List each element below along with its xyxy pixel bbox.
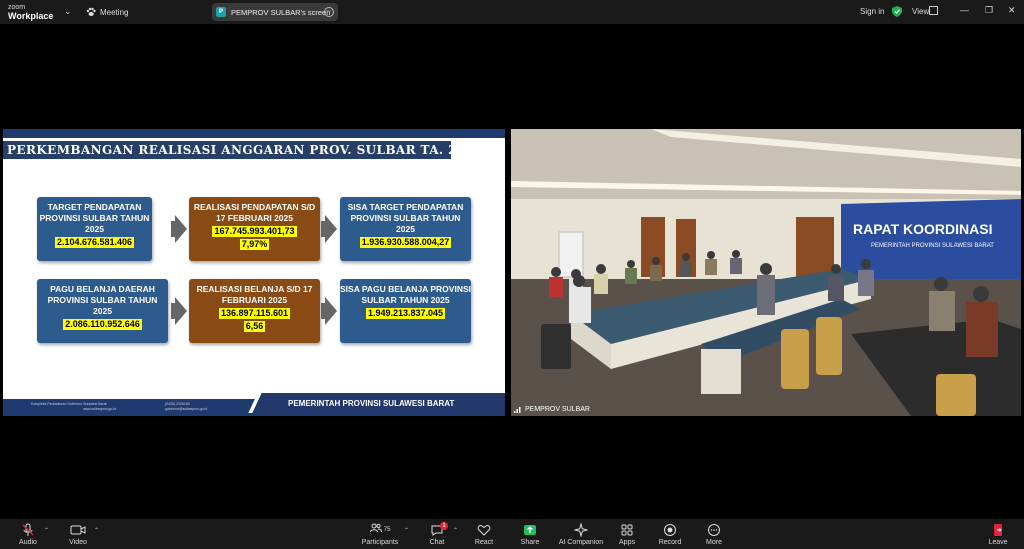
screen-share-pill[interactable]: P PEMPROV SULBAR's screen ··· [212,3,338,21]
top-bar: zoom Workplace ⌄ Meeting P PEMPROV SULBA… [0,0,1024,24]
audio-options-caret[interactable]: ⌃ [44,527,49,534]
box-value: 136.897.115.601 [218,308,291,319]
leave-icon [994,524,1002,536]
box-value: 1.936.930.588.004,27 [359,237,452,248]
more-label: More [706,539,722,546]
react-label: React [474,539,494,546]
footer-banner-text: PEMERINTAH PROVINSI SULAWESI BARAT [288,399,455,408]
participant-initial-icon: P [216,7,226,17]
footer-address: Kompleks Perkantoran Gubernur Sulawesi B… [31,402,107,406]
participants-count: 75 [383,527,391,533]
slide-title: PERKEMBANGAN REALISASI ANGGARAN PROV. SU… [7,143,484,157]
heart-icon [477,525,491,536]
sparkle-icon [574,523,588,537]
arrow-right-icon [325,215,337,243]
share-label: Share [520,539,540,546]
footer-website: www.sulbarprov.go.id [83,407,117,411]
sisa-target-pendapatan-box: SISA TARGET PENDAPATAN PROVINSI SULBAR T… [340,197,471,261]
participants-icon [369,523,382,533]
box-label: TARGET PENDAPATAN PROVINSI SULBAR TAHUN … [39,202,150,234]
footer-phone: (0426) 2325169 [165,402,190,406]
more-button[interactable]: More [702,523,726,546]
arrow-right-icon [175,215,187,243]
more-options-icon[interactable]: ··· [324,7,334,17]
record-icon [664,524,676,536]
box-label: PAGU BELANJA DAERAH PROVINSI SULBAR TAHU… [47,284,158,316]
restore-icon[interactable]: ❐ [985,5,993,16]
view-layout-icon[interactable] [929,6,938,15]
app-logo: zoom Workplace [8,3,53,21]
ai-companion-label: AI Companion [558,539,604,546]
realisasi-pendapatan-box: REALISASI PENDAPATAN S/D 17 FEBRUARI 202… [189,197,320,261]
signal-icon [514,407,521,413]
record-button[interactable]: Record [657,523,683,546]
camera-icon [70,525,86,535]
ai-companion-button[interactable]: AI Companion [558,523,604,546]
video-label: Video [69,539,87,546]
apps-icon [621,524,633,536]
meeting-toolbar: Audio ⌃ Video ⌃ 75 Participants ⌃ Chat 1… [0,519,1024,549]
chevron-down-icon[interactable]: ⌄ [64,6,72,17]
realisasi-belanja-box: REALISASI BELANJA S/D 17 FEBRUARI 2025 1… [189,279,320,343]
minimize-icon[interactable]: — [960,5,969,15]
slide-footer: Kompleks Perkantoran Gubernur Sulawesi B… [3,391,505,416]
share-button[interactable]: Share [518,523,542,546]
box-percent: 6,56 [243,321,266,332]
box-label: SISA TARGET PENDAPATAN PROVINSI SULBAR T… [347,202,464,234]
sign-in-button[interactable]: Sign in [860,7,884,16]
paw-icon [86,7,96,16]
box-percent: 7,97% [239,239,270,250]
more-dots-icon [708,524,720,536]
chat-label: Chat [429,539,445,546]
slide-top-bar [3,129,505,138]
video-options-caret[interactable]: ⌃ [94,527,99,534]
banner-title: RAPAT KOORDINASI [853,221,992,237]
shared-screen: PERKEMBANGAN REALISASI ANGGARAN PROV. SU… [3,129,505,416]
chat-unread-badge: 1 [440,522,448,530]
participants-icon-row: 75 [360,523,400,537]
leave-button[interactable]: Leave [986,523,1010,546]
react-button[interactable]: React [472,523,496,546]
audio-button[interactable]: Audio [16,523,40,546]
meeting-room-scene: RAPAT KOORDINASI PEMERINTAH PROVINSI SUL… [511,129,1021,416]
apps-button[interactable]: Apps [615,523,639,546]
box-value: 2.086.110.952.646 [63,319,142,330]
participant-name: PEMPROV SULBAR [525,406,590,413]
box-value: 1.949.213.837.045 [365,308,446,319]
participants-label: Participants [361,539,399,546]
box-label: REALISASI PENDAPATAN S/D 17 FEBRUARI 202… [193,202,316,223]
participant-name-label: PEMPROV SULBAR [514,406,590,413]
box-value: 2.104.676.581.406 [54,237,135,248]
banner-subtitle: PEMERINTAH PROVINSI SULAWESI BARAT [871,243,994,249]
video-button[interactable]: Video [66,523,90,546]
sisa-pagu-belanja-box: SISA PAGU BELANJA PROVINSI SULBAR TAHUN … [340,279,471,343]
target-pendapatan-box: TARGET PENDAPATAN PROVINSI SULBAR TAHUN … [37,197,152,261]
apps-label: Apps [619,539,635,546]
footer-email: gubernur@sulbarprov.go.id [165,407,208,411]
arrow-right-icon [175,297,187,325]
box-value: 167.745.993.401,73 [212,226,297,237]
security-shield-icon[interactable] [892,6,902,17]
arrow-right-icon [325,297,337,325]
share-screen-icon [524,525,536,535]
screen-share-label: PEMPROV SULBAR's screen [231,7,331,17]
audio-label: Audio [19,539,37,546]
participants-options-caret[interactable]: ⌃ [404,527,409,534]
meeting-menu[interactable]: Meeting [86,7,128,17]
meeting-label: Meeting [100,7,129,17]
participants-button[interactable]: 75 Participants [360,523,400,546]
close-icon[interactable]: ✕ [1008,5,1016,16]
chat-options-caret[interactable]: ⌃ [453,527,458,534]
box-label: SISA PAGU BELANJA PROVINSI SULBAR TAHUN … [340,284,471,305]
record-label: Record [658,539,682,546]
box-label: REALISASI BELANJA S/D 17 FEBRUARI 2025 [196,284,313,305]
leave-label: Leave [988,539,1008,546]
pagu-belanja-box: PAGU BELANJA DAERAH PROVINSI SULBAR TAHU… [37,279,168,343]
brand-line2: Workplace [8,11,54,21]
participant-video[interactable]: RAPAT KOORDINASI PEMERINTAH PROVINSI SUL… [511,129,1021,416]
microphone-muted-icon [22,523,34,536]
view-button[interactable]: View [912,7,929,16]
